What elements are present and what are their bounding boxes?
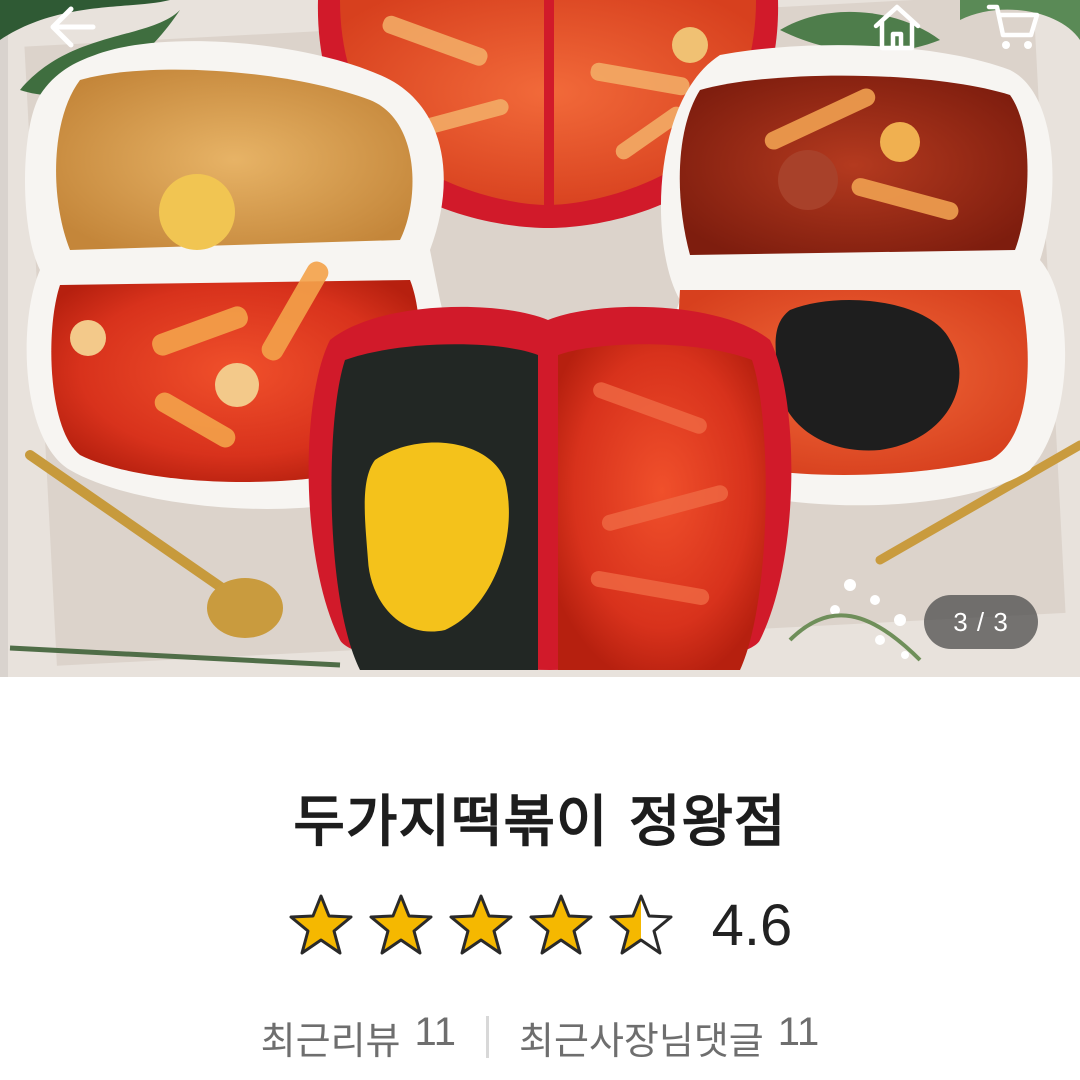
home-button[interactable] xyxy=(862,0,932,54)
owner-replies-label: 최근사장님댓글 xyxy=(519,1018,764,1063)
star-full-icon xyxy=(369,894,433,955)
home-icon xyxy=(873,4,921,51)
rating-value: 4.6 xyxy=(711,892,793,958)
photo-gallery[interactable]: 3 / 3 xyxy=(0,0,1080,677)
store-info-panel: 두가지떡볶이 정왕점 4.6 최근리뷰 11 최근사장님댓글 11 xyxy=(0,677,1080,1080)
star-full-icon xyxy=(529,894,593,955)
back-button[interactable] xyxy=(38,0,108,54)
review-stats-row: 최근리뷰 11 최근사장님댓글 11 xyxy=(0,1007,1080,1067)
recent-reviews-label: 최근리뷰 xyxy=(260,1018,401,1063)
recent-reviews-link[interactable]: 최근리뷰 11 xyxy=(261,1010,456,1065)
recent-reviews-count: 11 xyxy=(414,1009,457,1054)
cart-button[interactable] xyxy=(978,0,1048,54)
stats-divider xyxy=(486,1016,490,1058)
rating-row: 4.6 xyxy=(0,885,1080,965)
owner-replies-link[interactable]: 최근사장님댓글 11 xyxy=(519,1010,819,1065)
store-name: 두가지떡볶이 정왕점 xyxy=(293,790,787,855)
star-full-icon xyxy=(289,894,353,955)
arrow-left-icon xyxy=(50,6,96,48)
star-full-icon xyxy=(449,894,513,955)
owner-replies-count: 11 xyxy=(777,1009,820,1054)
page-indicator: 3 / 3 xyxy=(924,595,1038,649)
cart-icon xyxy=(986,4,1040,49)
star-half-icon xyxy=(609,894,673,955)
food-photo xyxy=(0,0,1080,677)
